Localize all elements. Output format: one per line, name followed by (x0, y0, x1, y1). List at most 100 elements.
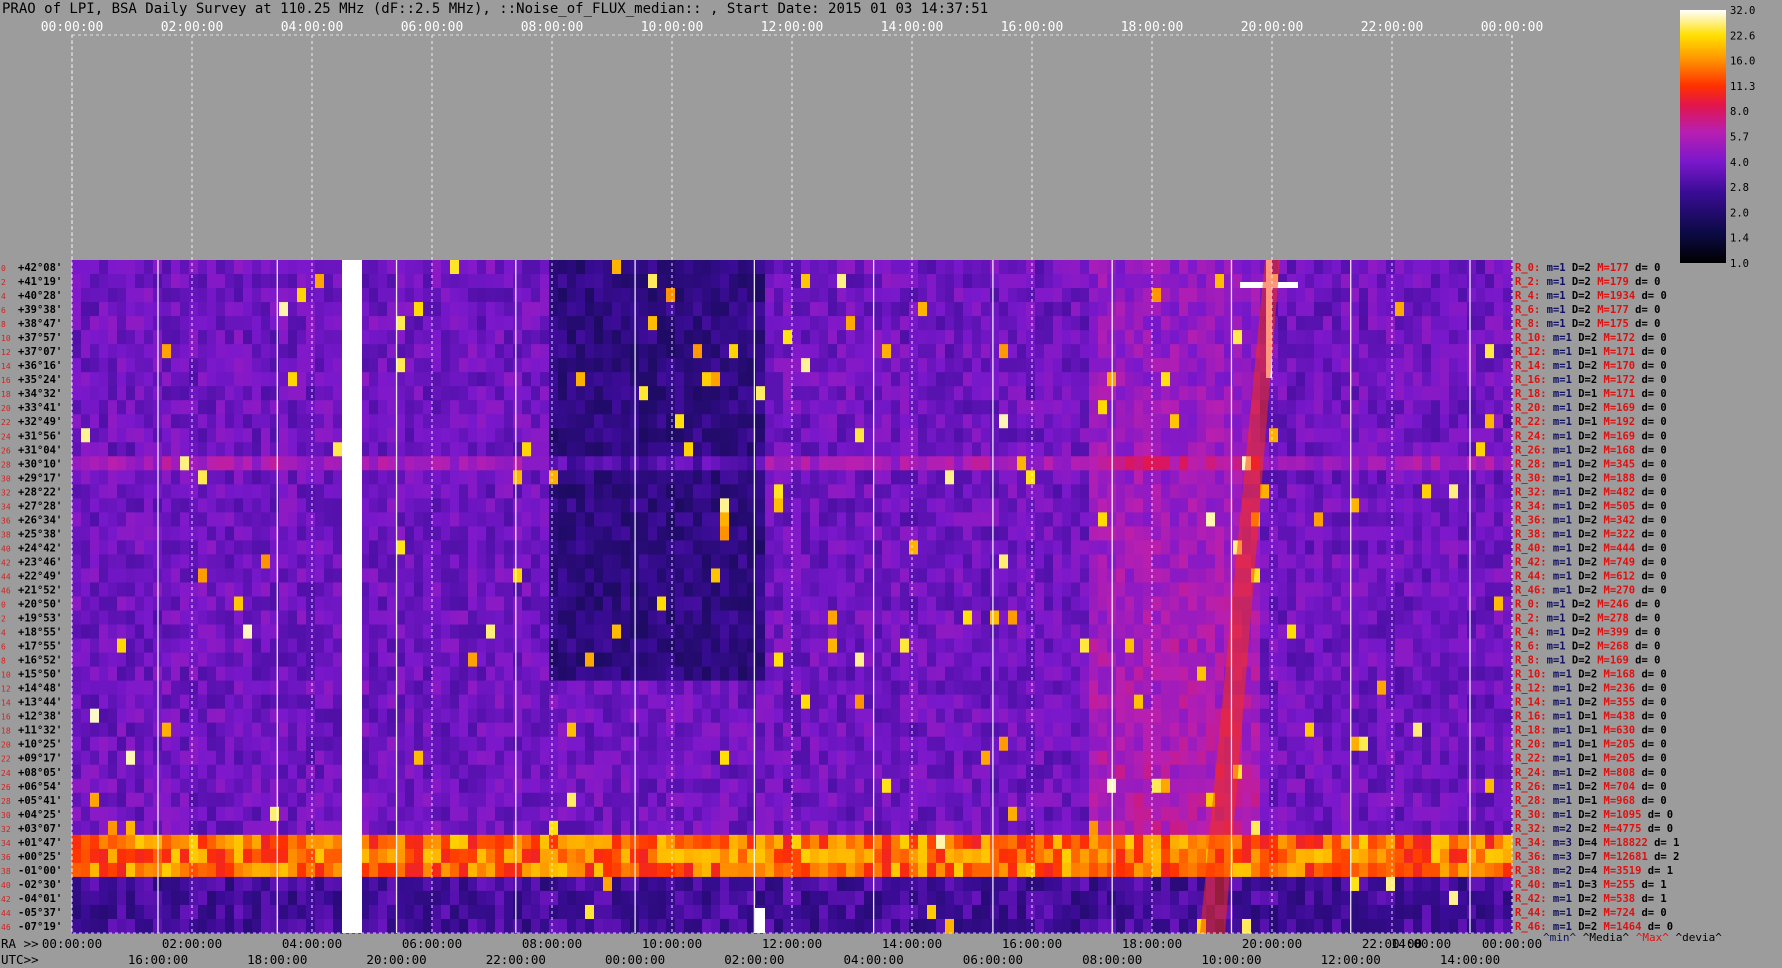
heat-cell (477, 624, 487, 640)
heat-cell (1476, 512, 1486, 527)
heat-cell (963, 330, 973, 345)
heat-cell (774, 470, 784, 485)
heat-cell (558, 484, 568, 499)
heat-cell (1467, 414, 1477, 429)
heat-cell (1449, 274, 1459, 289)
heat-cell (171, 512, 181, 527)
heat-cell (432, 372, 442, 387)
heat-cell (1458, 274, 1468, 289)
heat-cell (432, 554, 442, 570)
heat-cell (1089, 456, 1099, 471)
heat-cell (72, 568, 82, 584)
heat-cell (819, 386, 829, 401)
heat-cell (1404, 400, 1414, 415)
heat-cell (1404, 666, 1414, 682)
heat-cell (864, 610, 874, 626)
heat-cell (1476, 568, 1486, 584)
heat-cell (945, 680, 955, 696)
heat-cell (324, 414, 334, 429)
heat-cell (1269, 512, 1279, 527)
heat-cell (234, 512, 244, 527)
heat-cell (1413, 498, 1423, 513)
heat-cell (909, 498, 919, 513)
heat-cell (234, 386, 244, 401)
heat-cell (333, 386, 343, 401)
heat-cell (1413, 526, 1423, 542)
heat-cell (1413, 680, 1423, 696)
heat-cell (495, 414, 505, 429)
heat-cell (1071, 484, 1081, 499)
heat-cell (1485, 470, 1495, 485)
heat-cell (576, 666, 586, 682)
heat-cell (576, 302, 586, 317)
heat-cell (225, 414, 235, 429)
heat-cell (738, 456, 748, 471)
heat-cell (864, 442, 874, 457)
heat-cell (1197, 344, 1207, 359)
heat-cell (297, 680, 307, 696)
heat-cell (819, 344, 829, 359)
heat-cell (981, 358, 991, 373)
heat-cell (918, 274, 928, 289)
heat-cell (1215, 414, 1225, 429)
heat-cell (720, 316, 730, 331)
heat-cell (990, 442, 1000, 457)
heat-cell (945, 540, 955, 556)
heat-cell (1296, 610, 1306, 626)
heat-cell (1062, 596, 1072, 612)
heat-cell (594, 344, 604, 359)
heat-cell (837, 484, 847, 499)
heat-cell (180, 470, 190, 485)
heat-cell (171, 638, 181, 654)
heat-cell (729, 428, 739, 443)
heat-cell (1071, 386, 1081, 401)
heat-cell (792, 596, 802, 612)
heat-cell (558, 302, 568, 317)
heat-cell (819, 596, 829, 612)
heat-cell (1377, 526, 1387, 542)
heat-cell (783, 638, 793, 654)
heat-cell (999, 316, 1009, 331)
heat-cell (369, 358, 379, 373)
heat-cell (1188, 554, 1198, 570)
heat-cell (1170, 596, 1180, 612)
heat-cell (1404, 582, 1414, 598)
heat-cell (306, 456, 316, 471)
heat-cell (711, 498, 721, 513)
heat-cell (495, 540, 505, 556)
heat-cell (99, 652, 109, 668)
heat-cell (171, 540, 181, 556)
heat-cell (558, 330, 568, 345)
heat-cell (261, 512, 271, 527)
heat-cell (729, 512, 739, 527)
heat-cell (81, 624, 91, 640)
heat-cell (378, 274, 388, 289)
heat-cell (495, 330, 505, 345)
heat-cell (1206, 274, 1216, 289)
heat-cell (1305, 512, 1315, 527)
heat-cell (567, 568, 577, 584)
heat-cell (1494, 582, 1504, 598)
heat-cell (846, 428, 856, 443)
heat-cell (522, 638, 532, 654)
heat-cell (945, 428, 955, 443)
heat-cell (945, 610, 955, 626)
heat-cell (261, 456, 271, 471)
heat-cell (477, 456, 487, 471)
heat-cell (909, 666, 919, 682)
heat-cell (216, 470, 226, 485)
heat-cell (819, 498, 829, 513)
heat-cell (909, 372, 919, 387)
heat-cell (369, 638, 379, 654)
heat-cell (945, 554, 955, 570)
heat-cell (270, 610, 280, 626)
heat-cell (1143, 484, 1153, 499)
heat-cell (783, 540, 793, 556)
heat-cell (1341, 470, 1351, 485)
heat-cell (432, 624, 442, 640)
heat-cell (1035, 414, 1045, 429)
heat-cell (279, 540, 289, 556)
heat-cell (288, 442, 298, 457)
heat-cell (486, 358, 496, 373)
heat-cell (414, 260, 424, 275)
